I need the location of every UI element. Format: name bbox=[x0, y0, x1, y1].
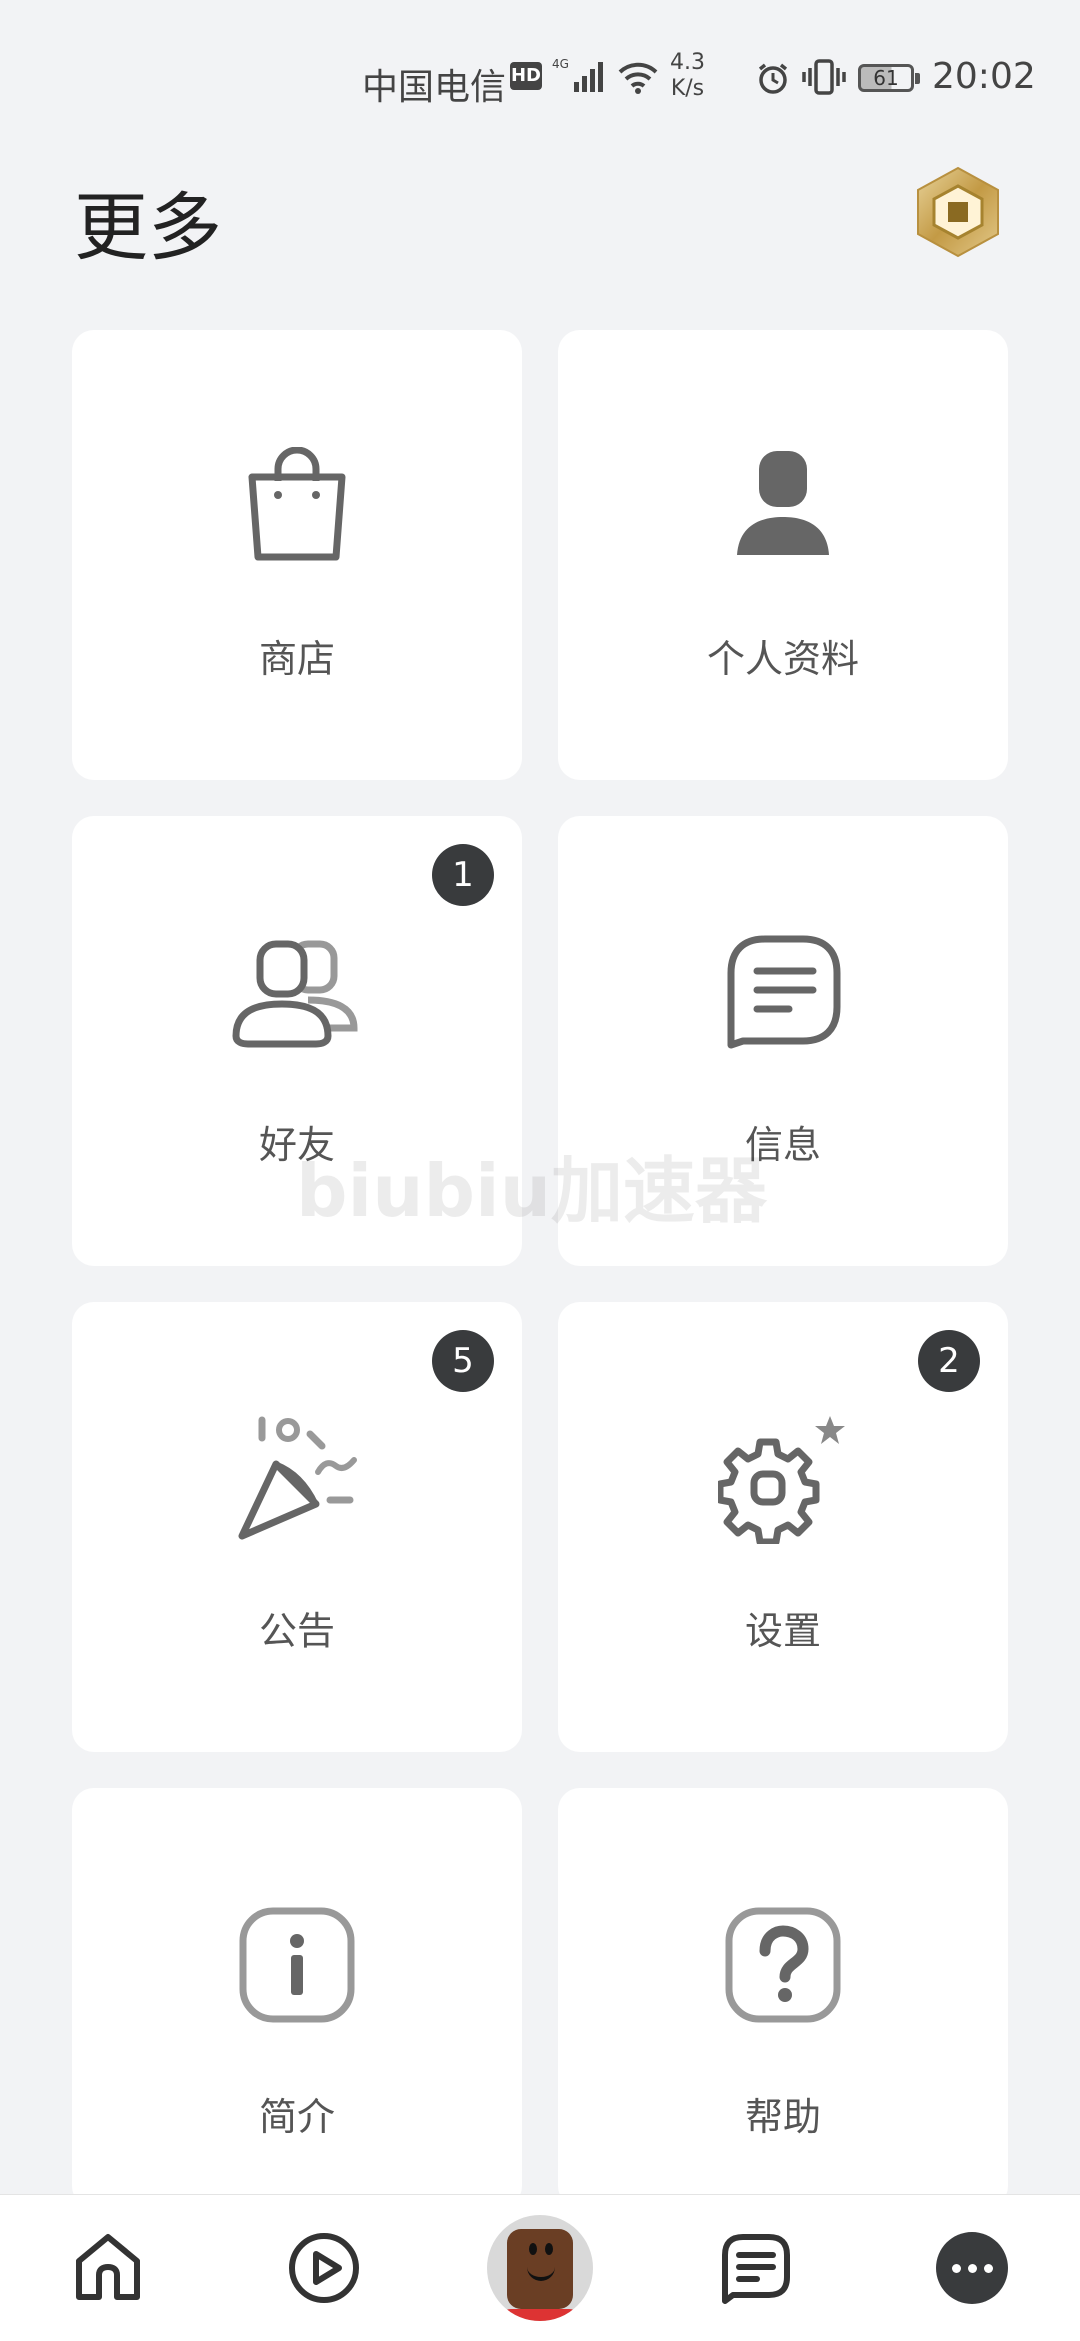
tile-shop[interactable]: 商店 bbox=[72, 330, 522, 780]
party-popper-icon bbox=[232, 1414, 362, 1544]
tile-label: 简介 bbox=[258, 2095, 335, 2139]
tile-label: 好友 bbox=[258, 1123, 335, 1167]
nav-avatar[interactable] bbox=[432, 2195, 648, 2341]
chat-icon bbox=[722, 2234, 790, 2304]
avatar-icon bbox=[487, 2215, 593, 2321]
notification-badge: 5 bbox=[432, 1330, 494, 1392]
more-icon bbox=[936, 2232, 1008, 2304]
tile-label: 信息 bbox=[744, 1123, 821, 1167]
home-icon bbox=[76, 2234, 140, 2300]
hd-icon: HD bbox=[510, 62, 542, 90]
speed-unit: K/s bbox=[670, 76, 705, 101]
nav-home[interactable] bbox=[0, 2195, 216, 2341]
tile-label: 帮助 bbox=[744, 2095, 821, 2139]
network-label: 4G bbox=[552, 57, 569, 71]
wifi-icon bbox=[618, 62, 658, 94]
tile-label: 个人资料 bbox=[706, 637, 859, 681]
tile-settings[interactable]: 2 设置 bbox=[558, 1302, 1008, 1752]
alarm-icon bbox=[758, 63, 788, 94]
nav-more[interactable] bbox=[864, 2195, 1080, 2341]
tile-friends[interactable]: 1 好友 bbox=[72, 816, 522, 1266]
more-menu-grid: 商店 个人资料 1 好友 信息 5 公告 2 设置 简介 帮助 bbox=[72, 330, 1008, 2208]
friends-icon bbox=[232, 928, 362, 1058]
carrier-name: 中国电信 bbox=[362, 67, 507, 108]
clock: 20:02 bbox=[932, 56, 1036, 97]
status-bar: 中国电信 HD 4G 4.3 K/s 61 20:02 bbox=[0, 0, 1080, 160]
tile-help[interactable]: 帮助 bbox=[558, 1788, 1008, 2208]
notification-badge: 2 bbox=[918, 1330, 980, 1392]
signal-icon: 4G bbox=[552, 57, 603, 92]
tile-label: 公告 bbox=[258, 1609, 335, 1653]
nav-discover[interactable] bbox=[216, 2195, 432, 2341]
page-title: 更多 bbox=[74, 185, 222, 271]
message-icon bbox=[718, 928, 848, 1058]
tile-about[interactable]: 简介 bbox=[72, 1788, 522, 2208]
tile-profile[interactable]: 个人资料 bbox=[558, 330, 1008, 780]
play-icon bbox=[289, 2233, 359, 2303]
vibrate-icon bbox=[802, 59, 846, 95]
notification-badge: 1 bbox=[432, 844, 494, 906]
battery-indicator: 61 bbox=[858, 64, 920, 92]
tile-label: 设置 bbox=[744, 1609, 821, 1653]
tile-announcements[interactable]: 5 公告 bbox=[72, 1302, 522, 1752]
shopping-bag-icon bbox=[232, 442, 362, 572]
tile-label: 商店 bbox=[258, 637, 335, 681]
profile-icon bbox=[718, 442, 848, 572]
help-icon bbox=[718, 1900, 848, 2030]
bottom-navigation bbox=[0, 2194, 1080, 2341]
network-speed: 4.3 K/s bbox=[670, 50, 705, 102]
nav-chat[interactable] bbox=[648, 2195, 864, 2341]
speed-value: 4.3 bbox=[670, 50, 705, 75]
info-icon bbox=[232, 1900, 362, 2030]
tile-messages[interactable]: 信息 bbox=[558, 816, 1008, 1266]
gear-icon bbox=[718, 1414, 848, 1544]
robux-icon[interactable] bbox=[914, 166, 1002, 258]
